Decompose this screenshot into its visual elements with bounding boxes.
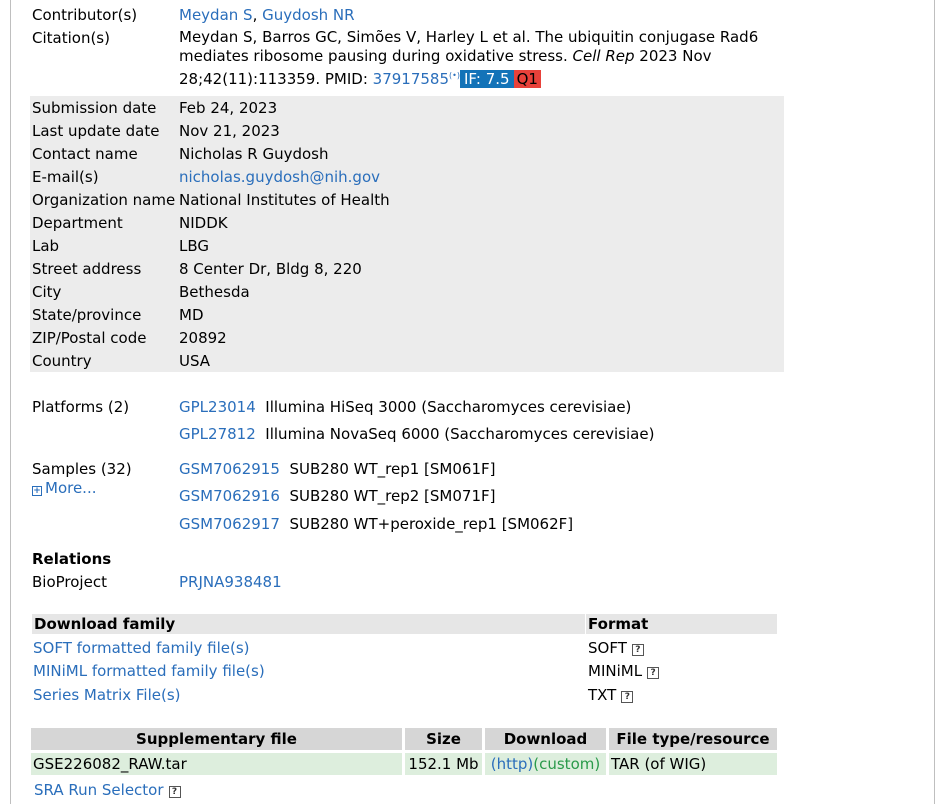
contributor-link[interactable]: Guydosh NR: [262, 6, 354, 24]
detail-label: Lab: [32, 237, 60, 255]
platform-row: GPL23014 Illumina HiSeq 3000 (Saccharomy…: [179, 398, 631, 416]
contributors-value: Meydan S, Guydosh NR: [179, 6, 355, 24]
supplementary-file-header: Supplementary file: [31, 728, 402, 750]
page-border-left: [10, 0, 11, 804]
detail-value: National Institutes of Health: [179, 191, 390, 209]
detail-value: 20892: [179, 329, 227, 347]
bioproject-value: PRJNA938481: [179, 573, 282, 591]
sample-link[interactable]: GSM7062917: [179, 515, 280, 533]
detail-value: 8 Center Dr, Bldg 8, 220: [179, 260, 362, 278]
platform-link[interactable]: GPL27812: [179, 425, 256, 443]
detail-label: Organization name: [32, 191, 176, 209]
contributors-label: Contributor(s): [32, 6, 138, 24]
download-family-row: Series Matrix File(s): [33, 686, 181, 704]
bioproject-link[interactable]: PRJNA938481: [179, 573, 282, 591]
quartile-badge: Q1: [513, 70, 541, 88]
citation-label: Citation(s): [32, 29, 110, 47]
download-family-header: Download family: [32, 614, 585, 634]
contributor-link[interactable]: Meydan S: [179, 6, 253, 24]
file-type-header: File type/resource: [609, 728, 777, 750]
samples-more-toggle[interactable]: + More...: [32, 479, 97, 497]
detail-label: E-mail(s): [32, 168, 99, 186]
detail-value: Bethesda: [179, 283, 250, 301]
download-family-row: SOFT formatted family file(s): [33, 639, 250, 657]
format-cell: SOFT?: [588, 639, 644, 657]
format-cell: TXT?: [588, 686, 634, 704]
detail-value: Nicholas R Guydosh: [179, 145, 329, 163]
detail-value: Feb 24, 2023: [179, 99, 278, 117]
detail-value: USA: [179, 352, 211, 370]
help-icon[interactable]: ?: [631, 644, 644, 656]
relations-heading: Relations: [32, 550, 112, 568]
detail-value: nicholas.guydosh@nih.gov: [179, 168, 380, 186]
sample-link[interactable]: GSM7062915: [179, 460, 280, 478]
sra-run-selector-link[interactable]: SRA Run Selector: [34, 781, 164, 799]
supplementary-download-cell: (http)(custom): [485, 753, 606, 775]
help-icon[interactable]: ?: [647, 667, 660, 679]
sample-desc: SUB280 WT_rep1 [SM061F]: [289, 460, 496, 478]
help-icon[interactable]: ?: [621, 691, 634, 703]
download-header: Download: [485, 728, 606, 750]
detail-label: Submission date: [32, 99, 157, 117]
sample-row: GSM7062916 SUB280 WT_rep2 [SM071F]: [179, 487, 495, 505]
format-text: MINiML: [588, 662, 643, 680]
sample-row: GSM7062915 SUB280 WT_rep1 [SM061F]: [179, 460, 495, 478]
download-series-matrix-link[interactable]: Series Matrix File(s): [33, 686, 181, 704]
supplementary-file-size: 152.1 Mb: [405, 753, 482, 775]
expand-plus-icon: +: [32, 486, 42, 496]
platform-link[interactable]: GPL23014: [179, 398, 256, 416]
samples-label: Samples (32): [32, 460, 132, 478]
sample-desc: SUB280 WT_rep2 [SM071F]: [289, 487, 496, 505]
detail-value: NIDDK: [179, 214, 228, 232]
detail-label: Last update date: [32, 122, 160, 140]
contributor-separator: ,: [252, 6, 263, 24]
detail-value: LBG: [179, 237, 210, 255]
size-header: Size: [405, 728, 482, 750]
detail-value: MD: [179, 306, 204, 324]
impact-factor-badge: IF: 7.5: [459, 70, 514, 88]
supplementary-file-type: TAR (of WIG): [609, 753, 777, 775]
download-custom-link[interactable]: (custom): [533, 755, 600, 773]
broadcast-icon: (•): [449, 71, 460, 80]
format-text: SOFT: [588, 639, 627, 657]
sample-desc: SUB280 WT+peroxide_rep1 [SM062F]: [289, 515, 574, 533]
platform-desc: Illumina HiSeq 3000 (Saccharomyces cerev…: [265, 398, 632, 416]
download-family-row: MINiML formatted family file(s): [33, 662, 265, 680]
help-icon[interactable]: ?: [168, 786, 181, 798]
sample-row: GSM7062917 SUB280 WT+peroxide_rep1 [SM06…: [179, 515, 573, 533]
email-link[interactable]: nicholas.guydosh@nih.gov: [179, 168, 380, 186]
page-border-right: [934, 0, 935, 804]
detail-label: Country: [32, 352, 92, 370]
sra-run-selector-row: SRA Run Selector?: [34, 781, 181, 799]
platform-row: GPL27812 Illumina NovaSeq 6000 (Saccharo…: [179, 425, 654, 443]
platform-desc: Illumina NovaSeq 6000 (Saccharomyces cer…: [265, 425, 655, 443]
detail-label: Contact name: [32, 145, 138, 163]
detail-label: Department: [32, 214, 123, 232]
format-header: Format: [586, 614, 777, 634]
samples-more-link[interactable]: More...: [45, 479, 97, 497]
detail-label: State/province: [32, 306, 142, 324]
download-miniml-link[interactable]: MINiML formatted family file(s): [33, 662, 265, 680]
detail-label: ZIP/Postal code: [32, 329, 147, 347]
platforms-label: Platforms (2): [32, 398, 130, 416]
format-text: TXT: [588, 686, 617, 704]
download-soft-link[interactable]: SOFT formatted family file(s): [33, 639, 250, 657]
format-cell: MINiML?: [588, 662, 660, 680]
bioproject-label: BioProject: [32, 573, 107, 591]
supplementary-file-name: GSE226082_RAW.tar: [31, 753, 402, 775]
pmid-link[interactable]: 37917585: [373, 70, 449, 88]
detail-label: City: [32, 283, 62, 301]
sample-link[interactable]: GSM7062916: [179, 487, 280, 505]
detail-label: Street address: [32, 260, 142, 278]
detail-value: Nov 21, 2023: [179, 122, 280, 140]
download-http-link[interactable]: (http): [491, 755, 534, 773]
citation-text: Meydan S, Barros GC, Simões V, Harley L …: [179, 28, 779, 89]
citation-journal: Cell Rep: [572, 47, 635, 65]
